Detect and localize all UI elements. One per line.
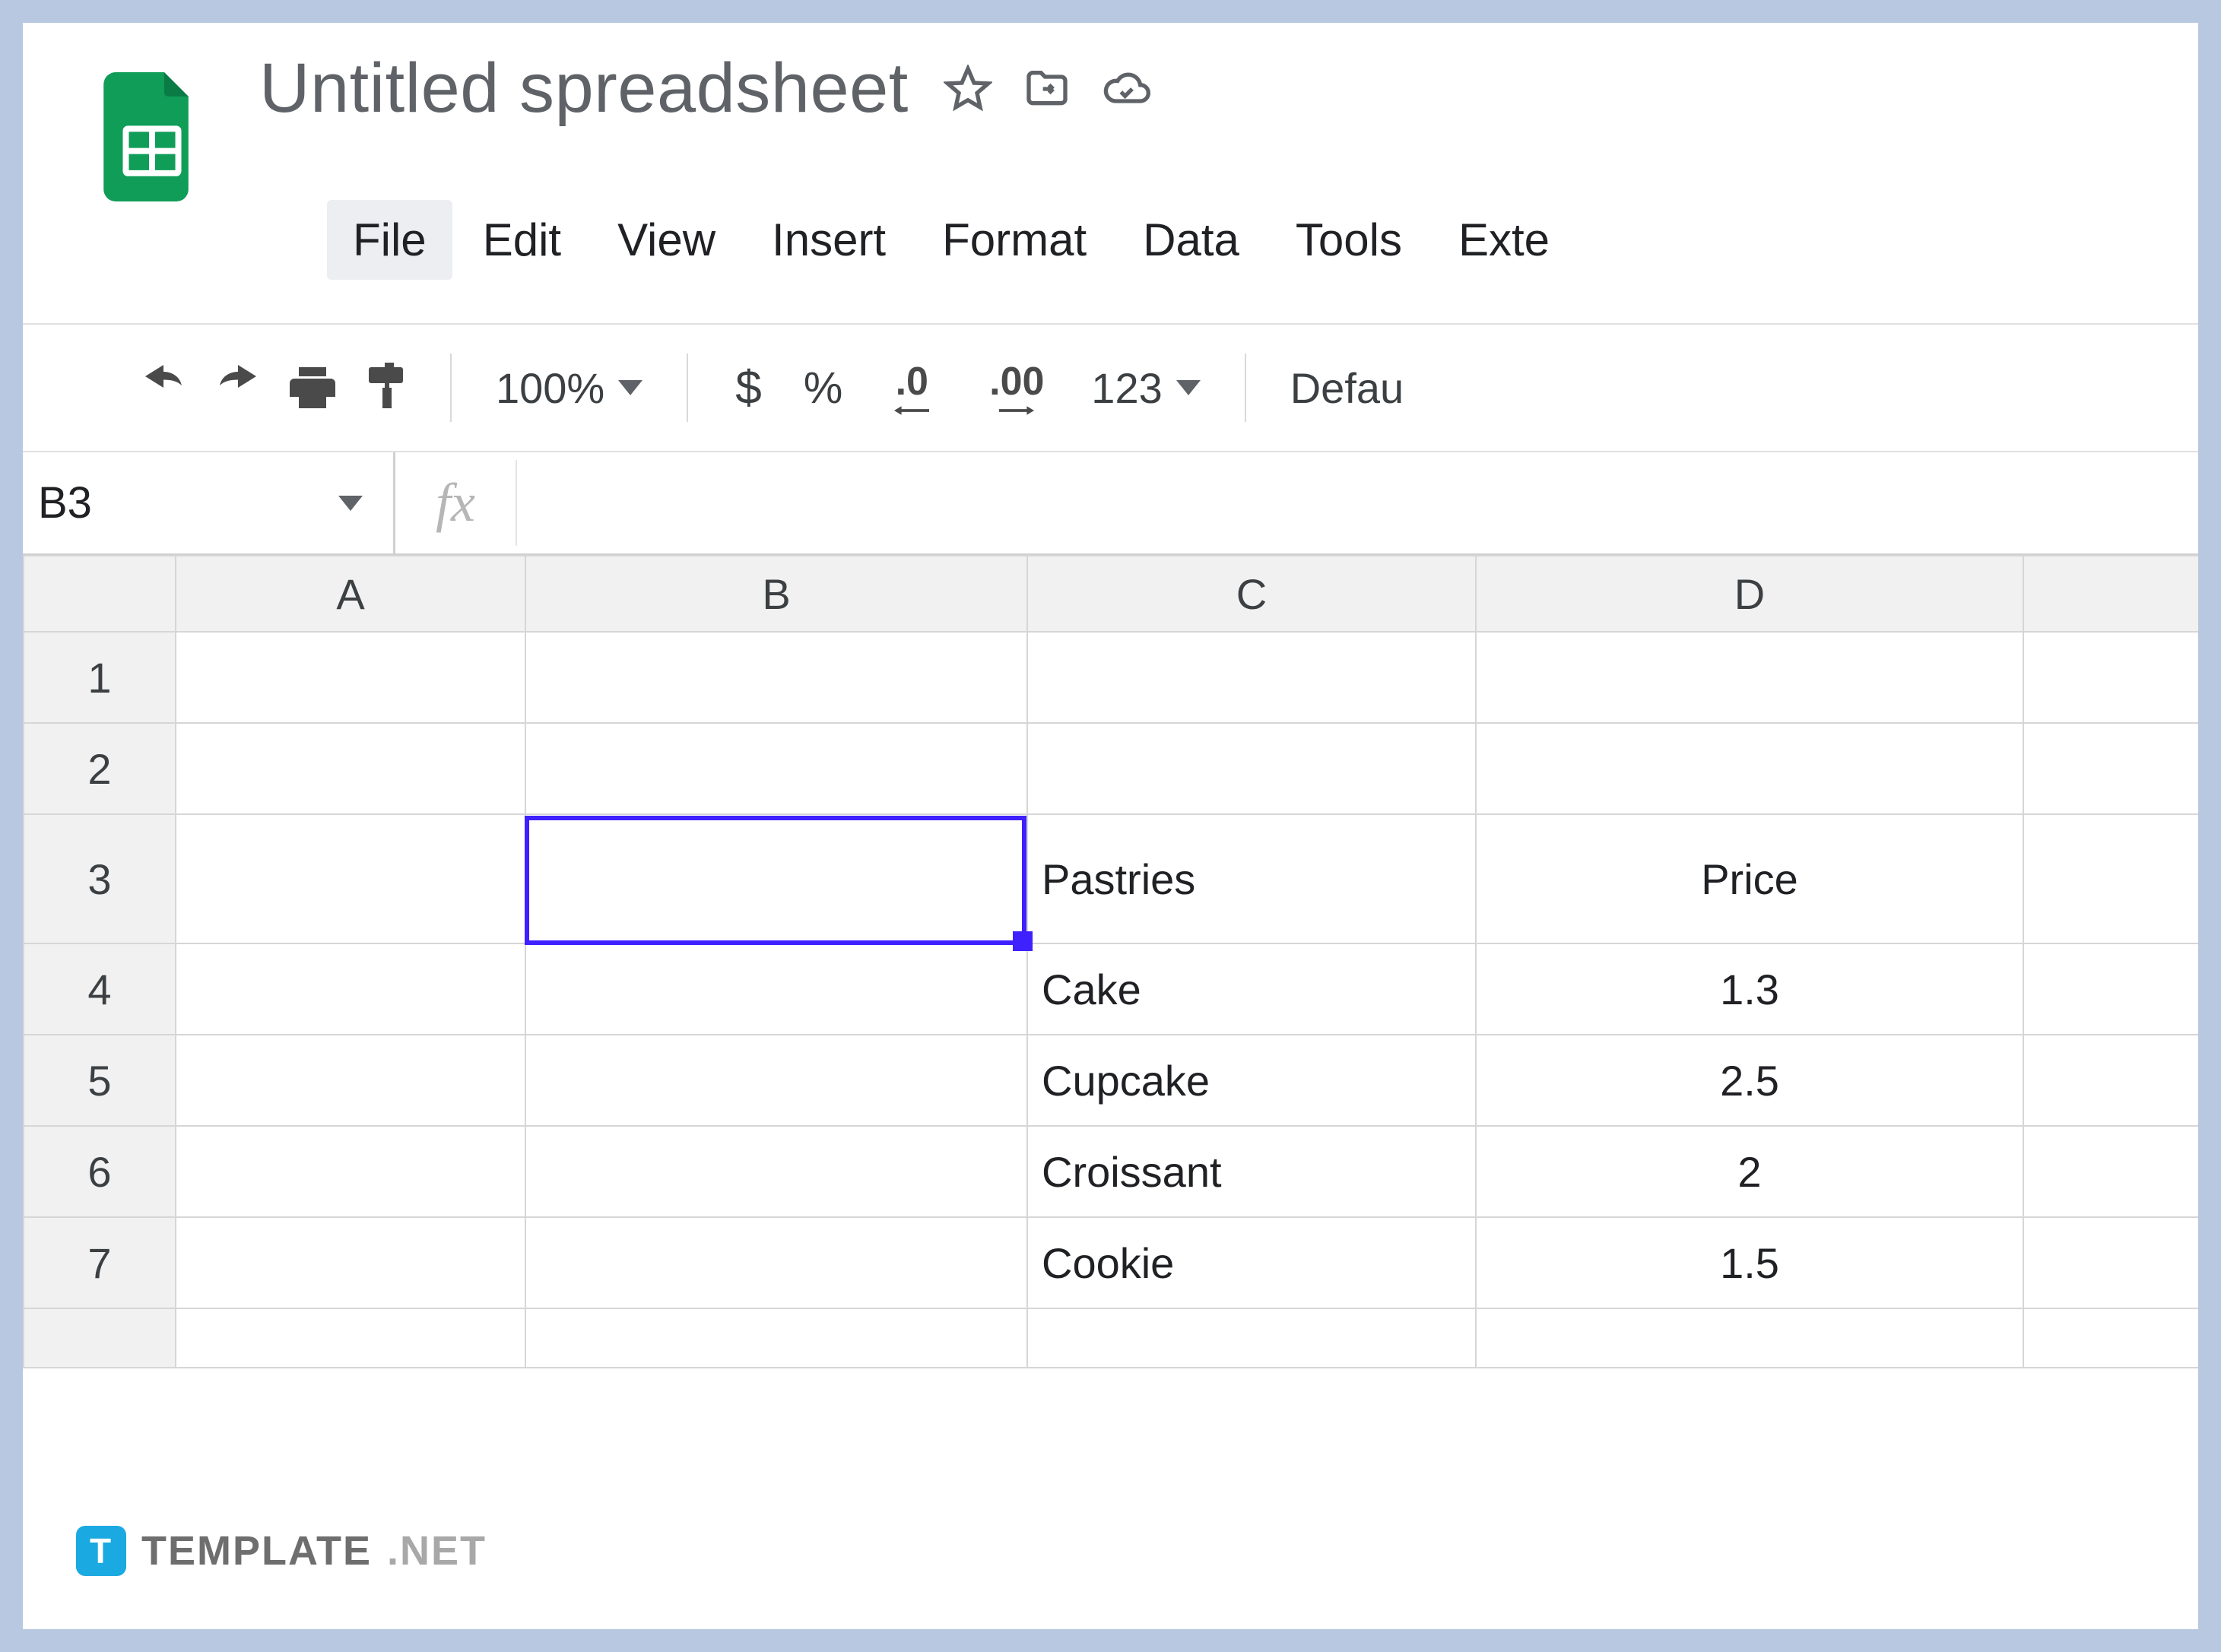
sheets-logo[interactable] — [95, 61, 209, 213]
column-header-next[interactable] — [2023, 556, 2198, 632]
cell-E2[interactable] — [2023, 723, 2198, 814]
undo-icon[interactable] — [129, 354, 198, 422]
select-all-corner[interactable] — [24, 556, 176, 632]
cell-C7[interactable]: Cookie — [1027, 1217, 1476, 1308]
menu-insert[interactable]: Insert — [746, 200, 912, 280]
caret-down-icon — [338, 496, 363, 511]
more-formats-dropdown[interactable]: 123 — [1076, 363, 1215, 413]
spreadsheet-grid[interactable]: A B C D 1 2 — [23, 555, 2198, 1629]
cell-D4[interactable]: 1.3 — [1476, 943, 2023, 1035]
print-icon[interactable] — [278, 354, 347, 422]
menu-edit[interactable]: Edit — [457, 200, 587, 280]
document-title[interactable]: Untitled spreadsheet — [255, 46, 913, 132]
row-header-8[interactable] — [24, 1308, 176, 1368]
row-header-4[interactable]: 4 — [24, 943, 176, 1035]
row-header-1[interactable]: 1 — [24, 632, 176, 723]
cell-B6[interactable] — [525, 1126, 1027, 1217]
row-header-6[interactable]: 6 — [24, 1126, 176, 1217]
cell-D8[interactable] — [1476, 1308, 2023, 1368]
fx-icon: fx — [395, 460, 517, 546]
paint-format-icon[interactable] — [353, 354, 421, 422]
cell-D1[interactable] — [1476, 632, 2023, 723]
cell-C4[interactable]: Cake — [1027, 943, 1476, 1035]
caret-down-icon — [1176, 380, 1201, 395]
cell-D3[interactable]: Price — [1476, 814, 2023, 943]
redo-icon[interactable] — [204, 354, 272, 422]
formula-bar[interactable] — [517, 452, 2198, 553]
zoom-dropdown[interactable]: 100% — [481, 363, 658, 413]
increase-decimal-button[interactable]: .00 — [963, 354, 1070, 422]
cell-B1[interactable] — [525, 632, 1027, 723]
menu-format[interactable]: Format — [916, 200, 1112, 280]
cell-E8[interactable] — [2023, 1308, 2198, 1368]
menu-tools[interactable]: Tools — [1270, 200, 1428, 280]
cell-C6[interactable]: Croissant — [1027, 1126, 1476, 1217]
cell-A2[interactable] — [176, 723, 525, 814]
cell-C3[interactable]: Pastries — [1027, 814, 1476, 943]
decrease-decimal-button[interactable]: .0 — [866, 354, 957, 422]
toolbar-separator — [450, 354, 452, 422]
watermark: T TEMPLATE .NET — [76, 1526, 487, 1576]
row-header-3[interactable]: 3 — [24, 814, 176, 943]
cell-E6[interactable] — [2023, 1126, 2198, 1217]
format-currency-button[interactable]: $ — [717, 361, 779, 415]
menu-data[interactable]: Data — [1117, 200, 1265, 280]
cell-A4[interactable] — [176, 943, 525, 1035]
column-header-D[interactable]: D — [1476, 556, 2023, 632]
cell-B8[interactable] — [525, 1308, 1027, 1368]
cell-C2[interactable] — [1027, 723, 1476, 814]
font-dropdown[interactable]: Defau — [1275, 363, 1419, 413]
caret-down-icon — [618, 380, 643, 395]
cell-A3[interactable] — [176, 814, 525, 943]
cell-D7[interactable]: 1.5 — [1476, 1217, 2023, 1308]
watermark-suffix: .NET — [387, 1527, 487, 1574]
column-header-C[interactable]: C — [1027, 556, 1476, 632]
cell-B4[interactable] — [525, 943, 1027, 1035]
column-header-B[interactable]: B — [525, 556, 1027, 632]
menu-extensions[interactable]: Exte — [1433, 200, 1575, 280]
menubar: File Edit View Insert Format Data Tools … — [327, 198, 1575, 281]
cell-A8[interactable] — [176, 1308, 525, 1368]
menu-view[interactable]: View — [592, 200, 741, 280]
cell-A1[interactable] — [176, 632, 525, 723]
cell-A7[interactable] — [176, 1217, 525, 1308]
toolbar-separator — [1245, 354, 1246, 422]
cell-C8[interactable] — [1027, 1308, 1476, 1368]
cell-D2[interactable] — [1476, 723, 2023, 814]
cell-B7[interactable] — [525, 1217, 1027, 1308]
move-folder-icon[interactable] — [1023, 65, 1071, 113]
cell-A5[interactable] — [176, 1035, 525, 1126]
cell-E5[interactable] — [2023, 1035, 2198, 1126]
cell-B2[interactable] — [525, 723, 1027, 814]
cell-E7[interactable] — [2023, 1217, 2198, 1308]
cell-D5[interactable]: 2.5 — [1476, 1035, 2023, 1126]
cell-B3[interactable] — [525, 814, 1027, 943]
cell-E3[interactable] — [2023, 814, 2198, 943]
cell-C1[interactable] — [1027, 632, 1476, 723]
star-icon[interactable] — [944, 65, 992, 113]
cloud-status-icon[interactable] — [1102, 65, 1150, 113]
row-header-2[interactable]: 2 — [24, 723, 176, 814]
zoom-value: 100% — [496, 363, 604, 413]
cell-D6[interactable]: 2 — [1476, 1126, 2023, 1217]
row-header-5[interactable]: 5 — [24, 1035, 176, 1126]
cell-B5[interactable] — [525, 1035, 1027, 1126]
watermark-badge: T — [76, 1526, 126, 1576]
name-box[interactable]: B3 — [23, 452, 395, 553]
cell-E1[interactable] — [2023, 632, 2198, 723]
watermark-brand: TEMPLATE — [141, 1527, 372, 1574]
column-header-A[interactable]: A — [176, 556, 525, 632]
cell-C5[interactable]: Cupcake — [1027, 1035, 1476, 1126]
format-percent-button[interactable]: % — [785, 363, 861, 414]
menu-file[interactable]: File — [327, 200, 452, 280]
toolbar-separator — [687, 354, 688, 422]
cell-E4[interactable] — [2023, 943, 2198, 1035]
row-header-7[interactable]: 7 — [24, 1217, 176, 1308]
toolbar: 100% $ % .0 .00 123 Defau — [23, 323, 2198, 452]
cell-A6[interactable] — [176, 1126, 525, 1217]
name-box-value: B3 — [38, 477, 92, 528]
